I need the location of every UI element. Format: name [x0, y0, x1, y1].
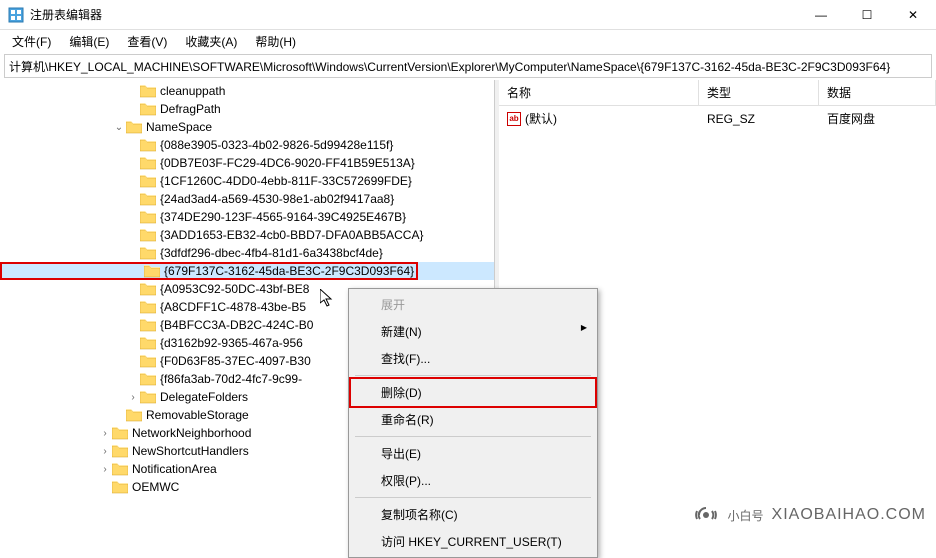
- context-menu-item[interactable]: 重命名(R): [351, 406, 595, 433]
- watermark: 小白号 XIAOBAIHAO.COM: [692, 501, 926, 529]
- tree-node-label: {3dfdf296-dbec-4fb4-81d1-6a3438bcf4de}: [160, 246, 383, 260]
- list-row[interactable]: ab (默认) REG_SZ百度网盘: [499, 106, 936, 131]
- tree-node[interactable]: {3dfdf296-dbec-4fb4-81d1-6a3438bcf4de}: [0, 244, 494, 262]
- tree-node-label: {f86fa3ab-70d2-4fc7-9c99-: [160, 372, 302, 386]
- tree-node[interactable]: {088e3905-0323-4b02-9826-5d99428e115f}: [0, 136, 494, 154]
- tree-node-label: RemovableStorage: [146, 408, 249, 422]
- context-menu: 展开新建(N)查找(F)... 删除(D)重命名(R) 导出(E)权限(P)... 复…: [348, 288, 598, 558]
- tree-node-label: {088e3905-0323-4b02-9826-5d99428e115f}: [160, 138, 393, 152]
- watermark-url: XIAOBAIHAO.COM: [772, 506, 926, 524]
- tree-node-label: {24ad3ad4-a569-4530-98e1-ab02f9417aa8}: [160, 192, 394, 206]
- tree-node-label: NetworkNeighborhood: [132, 426, 251, 440]
- menu-item[interactable]: 帮助(H): [247, 31, 304, 52]
- menubar: 文件(F)编辑(E)查看(V)收藏夹(A)帮助(H): [0, 30, 936, 52]
- window-title: 注册表编辑器: [30, 6, 798, 23]
- context-menu-item[interactable]: 权限(P)...: [351, 467, 595, 494]
- context-menu-item[interactable]: 导出(E): [351, 440, 595, 467]
- tree-node-label: {B4BFCC3A-DB2C-424C-B0: [160, 318, 313, 332]
- minimize-button[interactable]: —: [798, 0, 844, 30]
- tree-node-label: {3ADD1653-EB32-4cb0-BBD7-DFA0ABB5ACCA}: [160, 228, 423, 242]
- context-menu-item[interactable]: 访问 HKEY_CURRENT_USER(T): [351, 528, 595, 555]
- context-menu-item[interactable]: 复制项名称(C): [351, 501, 595, 528]
- tree-node[interactable]: {374DE290-123F-4565-9164-39C4925E467B}: [0, 208, 494, 226]
- window-controls: — ☐ ✕: [798, 0, 936, 30]
- tree-node-label: {A0953C92-50DC-43bf-BE8: [160, 282, 309, 296]
- regedit-icon: [8, 7, 24, 23]
- maximize-button[interactable]: ☐: [844, 0, 890, 30]
- tree-toggle-icon[interactable]: ›: [126, 390, 140, 404]
- col-data[interactable]: 数据: [819, 80, 936, 105]
- tree-toggle-icon[interactable]: [126, 156, 140, 170]
- wifi-icon: [692, 501, 720, 529]
- close-button[interactable]: ✕: [890, 0, 936, 30]
- col-type[interactable]: 类型: [699, 80, 819, 105]
- tree-toggle-icon[interactable]: [98, 480, 112, 494]
- tree-toggle-icon[interactable]: [130, 264, 144, 278]
- tree-toggle-icon[interactable]: [126, 228, 140, 242]
- tree-node[interactable]: {24ad3ad4-a569-4530-98e1-ab02f9417aa8}: [0, 190, 494, 208]
- tree-node-label: {A8CDFF1C-4878-43be-B5: [160, 300, 306, 314]
- titlebar: 注册表编辑器 — ☐ ✕: [0, 0, 936, 30]
- context-separator: [355, 497, 591, 498]
- tree-toggle-icon[interactable]: [126, 246, 140, 260]
- context-separator: [355, 375, 591, 376]
- tree-toggle-icon[interactable]: [126, 210, 140, 224]
- tree-toggle-icon[interactable]: [126, 354, 140, 368]
- tree-toggle-icon[interactable]: [112, 408, 126, 422]
- tree-node-label: {F0D63F85-37EC-4097-B30: [160, 354, 311, 368]
- value-type: REG_SZ: [699, 108, 819, 129]
- context-separator: [355, 436, 591, 437]
- context-menu-item[interactable]: 删除(D): [349, 377, 597, 408]
- tree-node[interactable]: ⌄ NameSpace: [0, 118, 494, 136]
- tree-node-label: {0DB7E03F-FC29-4DC6-9020-FF41B59E513A}: [160, 156, 415, 170]
- tree-toggle-icon[interactable]: [126, 372, 140, 386]
- tree-node-label: {1CF1260C-4DD0-4ebb-811F-33C572699FDE}: [160, 174, 412, 188]
- context-menu-item[interactable]: 新建(N): [351, 318, 595, 345]
- tree-toggle-icon[interactable]: [126, 138, 140, 152]
- menu-item[interactable]: 查看(V): [119, 31, 175, 52]
- watermark-text: 小白号: [728, 507, 764, 524]
- tree-node[interactable]: {3ADD1653-EB32-4cb0-BBD7-DFA0ABB5ACCA}: [0, 226, 494, 244]
- tree-node-label: {d3162b92-9365-467a-956: [160, 336, 303, 350]
- address-text: 计算机\HKEY_LOCAL_MACHINE\SOFTWARE\Microsof…: [9, 58, 890, 75]
- tree-node[interactable]: {0DB7E03F-FC29-4DC6-9020-FF41B59E513A}: [0, 154, 494, 172]
- address-bar[interactable]: 计算机\HKEY_LOCAL_MACHINE\SOFTWARE\Microsof…: [4, 54, 932, 78]
- tree-node-label: NotificationArea: [132, 462, 217, 476]
- context-menu-item[interactable]: 查找(F)...: [351, 345, 595, 372]
- tree-toggle-icon[interactable]: [126, 318, 140, 332]
- tree-toggle-icon[interactable]: [126, 282, 140, 296]
- tree-toggle-icon[interactable]: [126, 300, 140, 314]
- tree-node[interactable]: cleanuppath: [0, 82, 494, 100]
- context-menu-item: 展开: [351, 291, 595, 318]
- tree-toggle-icon[interactable]: [126, 192, 140, 206]
- tree-node-label: NewShortcutHandlers: [132, 444, 249, 458]
- menu-item[interactable]: 收藏夹(A): [177, 31, 245, 52]
- menu-item[interactable]: 编辑(E): [61, 31, 117, 52]
- tree-toggle-icon[interactable]: ›: [98, 426, 112, 440]
- value-data: 百度网盘: [819, 108, 936, 129]
- col-name[interactable]: 名称: [499, 80, 699, 105]
- tree-toggle-icon[interactable]: [126, 336, 140, 350]
- tree-node[interactable]: DefragPath: [0, 100, 494, 118]
- tree-node-label: DelegateFolders: [160, 390, 248, 404]
- tree-toggle-icon[interactable]: ›: [98, 444, 112, 458]
- menu-item[interactable]: 文件(F): [4, 31, 59, 52]
- tree-node-label: NameSpace: [146, 120, 212, 134]
- value-name: (默认): [525, 110, 557, 127]
- tree-node[interactable]: {1CF1260C-4DD0-4ebb-811F-33C572699FDE}: [0, 172, 494, 190]
- tree-toggle-icon[interactable]: ⌄: [112, 120, 126, 134]
- tree-toggle-icon[interactable]: [126, 84, 140, 98]
- tree-toggle-icon[interactable]: ›: [98, 462, 112, 476]
- tree-node-label: {679F137C-3162-45da-BE3C-2F9C3D093F64}: [164, 264, 414, 278]
- tree-node-label: cleanuppath: [160, 84, 225, 98]
- string-value-icon: ab: [507, 112, 521, 126]
- tree-node-label: OEMWC: [132, 480, 179, 494]
- list-header: 名称 类型 数据: [499, 80, 936, 106]
- tree-toggle-icon[interactable]: [126, 102, 140, 116]
- tree-toggle-icon[interactable]: [126, 174, 140, 188]
- tree-node[interactable]: {679F137C-3162-45da-BE3C-2F9C3D093F64}: [0, 262, 494, 280]
- tree-node-label: DefragPath: [160, 102, 221, 116]
- tree-node-label: {374DE290-123F-4565-9164-39C4925E467B}: [160, 210, 406, 224]
